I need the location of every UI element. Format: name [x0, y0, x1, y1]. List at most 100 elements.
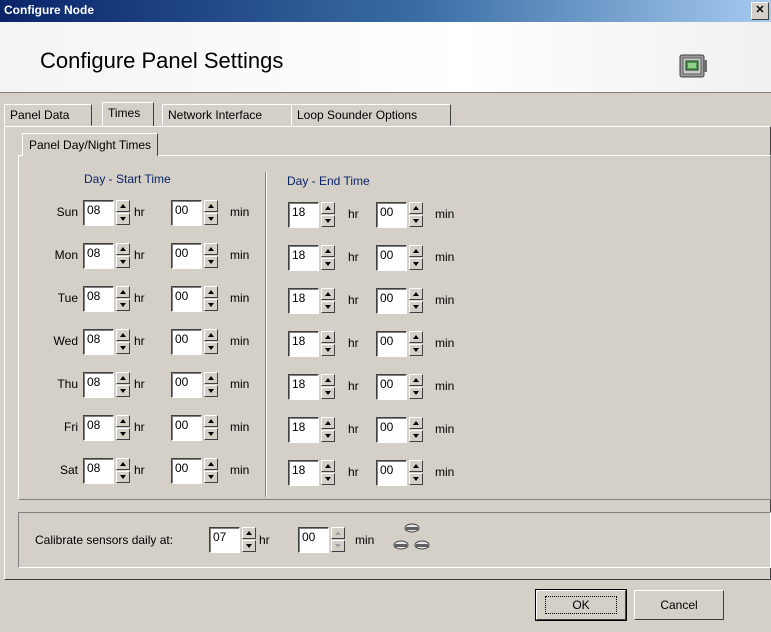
sun-start-hour-field[interactable]: 08	[83, 200, 114, 226]
spin-down-icon[interactable]	[204, 299, 218, 311]
spin-down-icon[interactable]	[321, 473, 335, 485]
tab-panel-data[interactable]: Panel Data	[4, 104, 92, 126]
spin-down-icon[interactable]	[204, 342, 218, 354]
fri-end-minute-field[interactable]: 00	[376, 417, 407, 443]
mon-start-minute-spinner[interactable]: 00	[171, 243, 219, 271]
spin-up-icon[interactable]	[331, 527, 345, 539]
mon-start-hour-spinner[interactable]: 08	[83, 243, 131, 271]
spin-down-icon[interactable]	[321, 301, 335, 313]
sun-start-minute-field[interactable]: 00	[171, 200, 202, 226]
spin-down-icon[interactable]	[409, 258, 423, 270]
spin-down-icon[interactable]	[242, 540, 256, 552]
sat-end-minute-spinner[interactable]: 00	[376, 460, 424, 488]
sat-end-minute-field[interactable]: 00	[376, 460, 407, 486]
spin-down-icon[interactable]	[409, 344, 423, 356]
sun-end-minute-spinner[interactable]: 00	[376, 202, 424, 230]
thu-end-minute-spinner[interactable]: 00	[376, 374, 424, 402]
spin-up-icon[interactable]	[204, 329, 218, 341]
spin-up-icon[interactable]	[321, 202, 335, 214]
wed-start-minute-field[interactable]: 00	[171, 329, 202, 355]
spin-up-icon[interactable]	[204, 243, 218, 255]
spin-up-icon[interactable]	[409, 288, 423, 300]
spin-down-icon[interactable]	[409, 387, 423, 399]
thu-end-minute-field[interactable]: 00	[376, 374, 407, 400]
fri-start-hour-field[interactable]: 08	[83, 415, 114, 441]
spin-up-icon[interactable]	[204, 372, 218, 384]
spin-down-icon[interactable]	[116, 342, 130, 354]
sun-end-minute-field[interactable]: 00	[376, 202, 407, 228]
spin-up-icon[interactable]	[409, 245, 423, 257]
sat-start-hour-field[interactable]: 08	[83, 458, 114, 484]
thu-start-minute-field[interactable]: 00	[171, 372, 202, 398]
calibrate-minute-field[interactable]: 00	[298, 527, 329, 553]
mon-end-hour-field[interactable]: 18	[288, 245, 319, 271]
spin-down-icon[interactable]	[321, 215, 335, 227]
spin-down-icon[interactable]	[204, 213, 218, 225]
sat-start-hour-spinner[interactable]: 08	[83, 458, 131, 486]
wed-start-minute-spinner[interactable]: 00	[171, 329, 219, 357]
tab-network-interface[interactable]: Network Interface	[162, 104, 292, 126]
spin-down-icon[interactable]	[116, 428, 130, 440]
wed-end-minute-field[interactable]: 00	[376, 331, 407, 357]
tab-times[interactable]: Times	[102, 102, 154, 126]
spin-up-icon[interactable]	[409, 374, 423, 386]
spin-down-icon[interactable]	[321, 430, 335, 442]
spin-down-icon[interactable]	[204, 471, 218, 483]
tue-start-minute-field[interactable]: 00	[171, 286, 202, 312]
wed-start-hour-field[interactable]: 08	[83, 329, 114, 355]
tue-end-minute-spinner[interactable]: 00	[376, 288, 424, 316]
spin-down-icon[interactable]	[116, 299, 130, 311]
spin-up-icon[interactable]	[321, 331, 335, 343]
spin-down-icon[interactable]	[204, 428, 218, 440]
mon-end-hour-spinner[interactable]: 18	[288, 245, 336, 273]
sun-end-hour-spinner[interactable]: 18	[288, 202, 336, 230]
spin-up-icon[interactable]	[204, 200, 218, 212]
spin-up-icon[interactable]	[204, 458, 218, 470]
spin-up-icon[interactable]	[204, 286, 218, 298]
tue-start-minute-spinner[interactable]: 00	[171, 286, 219, 314]
spin-up-icon[interactable]	[409, 417, 423, 429]
spin-down-icon[interactable]	[409, 430, 423, 442]
mon-start-minute-field[interactable]: 00	[171, 243, 202, 269]
fri-start-minute-field[interactable]: 00	[171, 415, 202, 441]
spin-down-icon[interactable]	[409, 473, 423, 485]
spin-down-icon[interactable]	[321, 258, 335, 270]
spin-up-icon[interactable]	[242, 527, 256, 539]
spin-up-icon[interactable]	[321, 460, 335, 472]
spin-down-icon[interactable]	[409, 215, 423, 227]
tue-start-hour-field[interactable]: 08	[83, 286, 114, 312]
spin-down-icon[interactable]	[116, 471, 130, 483]
calibrate-hour-spinner[interactable]: 07	[209, 527, 257, 555]
mon-end-minute-field[interactable]: 00	[376, 245, 407, 271]
spin-up-icon[interactable]	[116, 200, 130, 212]
fri-end-hour-spinner[interactable]: 18	[288, 417, 336, 445]
spin-up-icon[interactable]	[321, 374, 335, 386]
spin-down-icon[interactable]	[204, 256, 218, 268]
spin-up-icon[interactable]	[321, 245, 335, 257]
tue-start-hour-spinner[interactable]: 08	[83, 286, 131, 314]
spin-down-icon[interactable]	[321, 387, 335, 399]
spin-up-icon[interactable]	[321, 417, 335, 429]
sat-start-minute-spinner[interactable]: 00	[171, 458, 219, 486]
tab-panel-day-night-times[interactable]: Panel Day/Night Times	[22, 133, 159, 156]
tue-end-hour-field[interactable]: 18	[288, 288, 319, 314]
wed-end-hour-spinner[interactable]: 18	[288, 331, 336, 359]
fri-start-minute-spinner[interactable]: 00	[171, 415, 219, 443]
mon-start-hour-field[interactable]: 08	[83, 243, 114, 269]
sun-start-minute-spinner[interactable]: 00	[171, 200, 219, 228]
wed-start-hour-spinner[interactable]: 08	[83, 329, 131, 357]
spin-up-icon[interactable]	[116, 329, 130, 341]
thu-end-hour-spinner[interactable]: 18	[288, 374, 336, 402]
spin-up-icon[interactable]	[116, 243, 130, 255]
spin-down-icon[interactable]	[409, 301, 423, 313]
spin-down-icon[interactable]	[116, 213, 130, 225]
close-icon[interactable]: ✕	[751, 2, 769, 20]
fri-start-hour-spinner[interactable]: 08	[83, 415, 131, 443]
thu-end-hour-field[interactable]: 18	[288, 374, 319, 400]
spin-up-icon[interactable]	[409, 460, 423, 472]
spin-up-icon[interactable]	[409, 331, 423, 343]
spin-down-icon[interactable]	[204, 385, 218, 397]
sun-start-hour-spinner[interactable]: 08	[83, 200, 131, 228]
sun-end-hour-field[interactable]: 18	[288, 202, 319, 228]
spin-up-icon[interactable]	[321, 288, 335, 300]
